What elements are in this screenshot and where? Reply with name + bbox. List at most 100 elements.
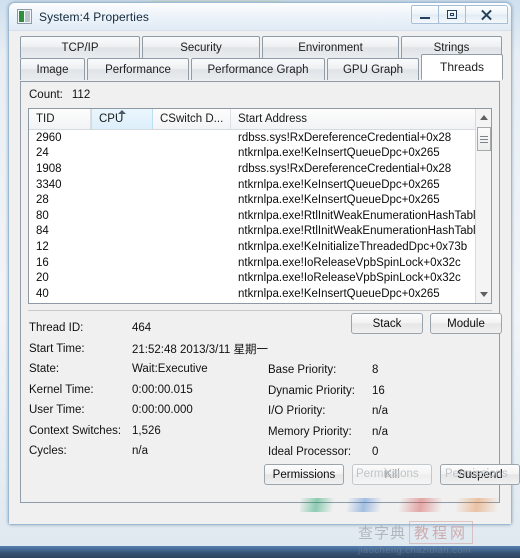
detail-value: 0:00:00.000 [132,404,193,417]
maximize-button[interactable] [438,5,466,24]
scrollbar-thumb[interactable] [477,127,491,151]
tab-gpu-graph[interactable]: GPU Graph [327,58,419,80]
cell-start-address: rdbss.sys!RxDereferenceCredential+0x28 [238,162,452,175]
column-header-cswitch[interactable]: CSwitch D... [153,109,231,129]
cell-tid: 16 [36,256,49,269]
cell-start-address: ntkrnlpa.exe!KeInsertQueueDpc+0x265 [238,194,440,207]
close-icon [480,9,493,20]
table-row[interactable]: 80 ntkrnlpa.exe!RtlInitWeakEnumerationHa… [29,208,491,224]
listview-header: TID CPU CSwitch D... Start Address [29,109,491,130]
threads-listview[interactable]: TID CPU CSwitch D... Start Address 2960 [28,108,492,304]
detail-value: 21:52:48 2013/3/11 星期一 [132,343,268,356]
thread-count: Count: 112 [29,89,90,101]
cell-tid: 40 [36,287,49,300]
table-row[interactable]: 3340 ntkrnlpa.exe!KeInsertQueueDpc+0x265 [29,177,491,193]
detail-user-time: User Time: 0:00:00.000 [29,400,268,421]
window-client-area: TCP/IP Security Environment Strings Imag… [9,30,520,524]
thread-count-label: Count: [29,89,63,101]
cell-start-address: ntkrnlpa.exe!KeInsertQueueDpc+0x265 [238,287,440,300]
detail-label: Base Priority: [268,364,337,377]
chevron-up-icon [480,115,488,120]
column-header-cpu-label: CPU [99,113,124,125]
detail-value: Wait:Executive [132,363,208,376]
table-row[interactable]: 12 ntkrnlpa.exe!KeInitializeThreadedDpc+… [29,239,491,255]
cell-start-address: ntkrnlpa.exe!IoReleaseVpbSpinLock+0x32c [238,256,461,269]
minimize-button[interactable] [411,5,439,24]
tab-environment[interactable]: Environment [262,36,399,58]
tab-row-lower: Image Performance Performance Graph GPU … [20,54,505,80]
detail-label: Dynamic Priority: [268,384,355,397]
details-left-column: Thread ID: 464 Start Time: 21:52:48 2013… [29,318,268,462]
detail-memory-priority: Memory Priority: n/a [268,422,388,443]
tab-performance-graph[interactable]: Performance Graph [191,58,325,80]
cell-start-address: ntkrnlpa.exe!KeInsertQueueDpc+0x265 [238,178,440,191]
detail-label: Kernel Time: [29,383,94,396]
table-row[interactable]: 2960 rdbss.sys!RxDereferenceCredential+0… [29,130,491,146]
detail-label: Cycles: [29,445,67,458]
scroll-up-button[interactable] [476,109,491,126]
column-header-start-address[interactable]: Start Address [231,109,491,129]
sort-ascending-icon [118,110,126,114]
close-button[interactable] [465,5,508,24]
detail-label: User Time: [29,404,85,417]
window-titlebar[interactable]: System:4 Properties [9,3,511,30]
tab-threads[interactable]: Threads [421,54,503,80]
maximize-icon [447,10,457,19]
detail-value: n/a [132,445,148,458]
cell-tid: 84 [36,225,49,238]
permissions-button[interactable]: Permissions [264,464,344,485]
details-right-column: Base Priority: 8 Dynamic Priority: 16 I/… [268,360,388,463]
table-row[interactable]: 84 ntkrnlpa.exe!RtlInitWeakEnumerationHa… [29,224,491,240]
detail-value: n/a [372,425,388,438]
cell-start-address: ntkrnlpa.exe!KeInsertQueueDpc+0x265 [238,147,440,160]
tab-security[interactable]: Security [142,36,260,58]
window-title: System:4 Properties [39,9,149,24]
cell-tid: 80 [36,209,49,222]
detail-value: 1,526 [132,424,161,437]
cell-tid: 12 [36,240,49,253]
detail-ideal-processor: Ideal Processor: 0 [268,442,388,463]
detail-state: State: Wait:Executive [29,359,268,380]
cell-tid: 2960 [36,131,62,144]
detail-value: n/a [372,405,388,418]
table-row[interactable]: 44 ntkrnlpa.exe!KeInsertQueueDpc+0x265 [29,302,491,304]
cell-tid: 28 [36,194,49,207]
tab-control: TCP/IP Security Environment Strings Imag… [20,36,520,503]
table-row[interactable]: 1908 rdbss.sys!RxDereferenceCredential+0… [29,161,491,177]
caption-buttons [411,5,508,24]
details-separator [28,310,492,311]
table-row[interactable]: 28 ntkrnlpa.exe!KeInsertQueueDpc+0x265 [29,192,491,208]
module-button[interactable]: Module [430,313,502,334]
scroll-down-button[interactable] [476,286,491,303]
cell-tid: 3340 [36,178,62,191]
kill-button[interactable]: Kill [352,464,432,485]
suspend-button[interactable]: Suspend [440,464,520,485]
detail-thread-id: Thread ID: 464 [29,318,268,339]
detail-base-priority: Base Priority: 8 [268,360,388,381]
table-row[interactable]: 16 ntkrnlpa.exe!IoReleaseVpbSpinLock+0x3… [29,255,491,271]
table-row[interactable]: 40 ntkrnlpa.exe!KeInsertQueueDpc+0x265 [29,286,491,302]
cell-start-address: rdbss.sys!RxDereferenceCredential+0x28 [238,131,452,144]
tab-image[interactable]: Image [20,58,85,80]
detail-io-priority: I/O Priority: n/a [268,401,388,422]
column-header-cpu[interactable]: CPU [91,109,153,129]
listview-scrollbar[interactable] [475,109,491,303]
table-row[interactable]: 24 ntkrnlpa.exe!KeInsertQueueDpc+0x265 [29,146,491,162]
detail-label: Start Time: [29,342,85,355]
stack-button[interactable]: Stack [351,313,423,334]
tab-tcpip[interactable]: TCP/IP [20,36,140,58]
table-row[interactable]: 20 ntkrnlpa.exe!IoReleaseVpbSpinLock+0x3… [29,270,491,286]
detail-dynamic-priority: Dynamic Priority: 16 [268,381,388,402]
detail-label: Ideal Processor: [268,446,352,459]
column-header-tid[interactable]: TID [29,109,91,129]
detail-value: 16 [372,384,385,397]
detail-kernel-time: Kernel Time: 0:00:00.015 [29,380,268,401]
cell-tid: 44 [29,303,91,304]
cell-tid: 20 [36,272,49,285]
cell-start-address: ntkrnlpa.exe!RtlInitWeakEnumerationHashT… [238,225,491,238]
cell-start-address: ntkrnlpa.exe!KeInitializeThreadedDpc+0x7… [238,240,468,253]
detail-cycles: Cycles: n/a [29,441,268,462]
properties-window: System:4 Properties TCP/IP Security Envi… [8,2,520,525]
minimize-icon [420,16,430,19]
tab-performance[interactable]: Performance [87,58,189,80]
